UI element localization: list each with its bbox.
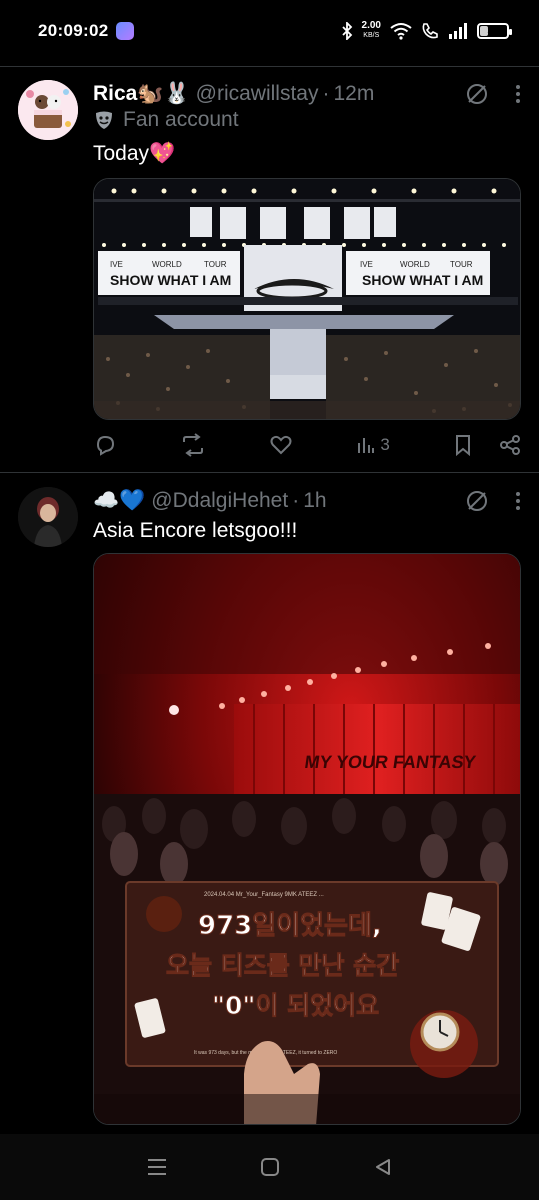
network-speed: 2.00 KB/S (362, 21, 381, 41)
bookmark-icon[interactable] (453, 434, 473, 456)
bluetooth-icon (341, 22, 352, 40)
network-speed-unit: KB/S (363, 32, 380, 39)
card-line-3: "0"이 되었어요 (212, 991, 379, 1020)
fan-account-label: Fan account (93, 108, 239, 132)
tweet[interactable]: Rica🐿️🐰 @ricawillstay · 12m Fan account … (0, 66, 539, 472)
like-button[interactable] (269, 433, 293, 457)
network-speed-value: 2.00 (361, 20, 381, 31)
status-bar: 20:09:02 2.00 KB/S 30 (0, 0, 539, 62)
user-handle[interactable]: @ricawillstay (196, 82, 319, 106)
timestamp[interactable]: 1h (303, 489, 326, 513)
battery-icon: 30 (477, 23, 512, 39)
card-header: 2024.04.04 Mr_Your_Fantasy 9MK ATEEZ ... (204, 892, 324, 898)
reply-button[interactable] (93, 433, 117, 457)
banner-title-left: SHOW WHAT I AM (110, 272, 231, 288)
banner-small-left-2: IVE (360, 260, 373, 269)
share-icon[interactable] (499, 434, 521, 456)
clock: 20:09:02 (38, 21, 109, 40)
views-button[interactable]: 3 (356, 435, 390, 455)
fan-account-text: Fan account (123, 108, 239, 131)
tweet[interactable]: ☁️💙 @DdalgiHehet · 1h Asia Encore letsgo… (0, 473, 539, 1133)
user-handle[interactable]: @DdalgiHehet (151, 489, 288, 513)
grok-icon[interactable] (465, 489, 489, 513)
back-icon[interactable] (373, 1157, 393, 1177)
banner-small-mid: WORLD (152, 260, 182, 269)
more-options-icon[interactable] (515, 491, 521, 511)
retweet-button[interactable] (180, 433, 206, 457)
timestamp[interactable]: 12m (334, 82, 375, 106)
separator-dot: · (322, 82, 330, 105)
battery-level: 30 (487, 25, 499, 37)
avatar[interactable] (18, 487, 78, 547)
tweet-image[interactable]: IVE WORLD TOUR SHOW WHAT I AM IVE WORLD … (93, 178, 521, 420)
notification-app-icon (116, 22, 135, 40)
banner-small-right: TOUR (204, 260, 227, 269)
separator-dot: · (292, 489, 300, 512)
reply-icon (96, 435, 115, 456)
banner-small-right-2: TOUR (450, 260, 473, 269)
tweet-image[interactable]: MY YOUR FANTASY 2024.04.04 Mr_Your_Fanta… (93, 553, 521, 1125)
heart-icon (270, 435, 292, 455)
wifi-icon (390, 23, 412, 40)
signal-icon (449, 23, 467, 39)
banner-small-left: IVE (110, 260, 123, 269)
banner-small-mid-2: WORLD (400, 260, 430, 269)
avatar[interactable] (18, 80, 78, 140)
card-line-2: 오늘 티즈를 만난 순간 (166, 951, 399, 980)
grok-icon[interactable] (465, 82, 489, 106)
tweet-text: Asia Encore letsgoo!!! (93, 519, 298, 542)
views-count: 3 (380, 435, 390, 454)
system-navigation-bar (0, 1134, 539, 1200)
call-icon (422, 23, 438, 39)
home-icon[interactable] (260, 1157, 280, 1177)
display-name[interactable]: Rica🐿️🐰 (93, 82, 190, 106)
more-options-icon[interactable] (515, 84, 521, 104)
stage-backdrop-text: MY YOUR FANTASY (303, 752, 477, 772)
banner-title-right: SHOW WHAT I AM (362, 272, 483, 288)
card-line-1: 973일이었는데, (198, 911, 382, 941)
recent-apps-icon[interactable] (146, 1157, 168, 1177)
retweet-icon (183, 433, 204, 457)
views-icon (358, 438, 375, 453)
tweet-text: Today💖 (93, 142, 176, 165)
display-name[interactable]: ☁️💙 (93, 489, 145, 513)
theater-mask-icon (96, 111, 112, 129)
